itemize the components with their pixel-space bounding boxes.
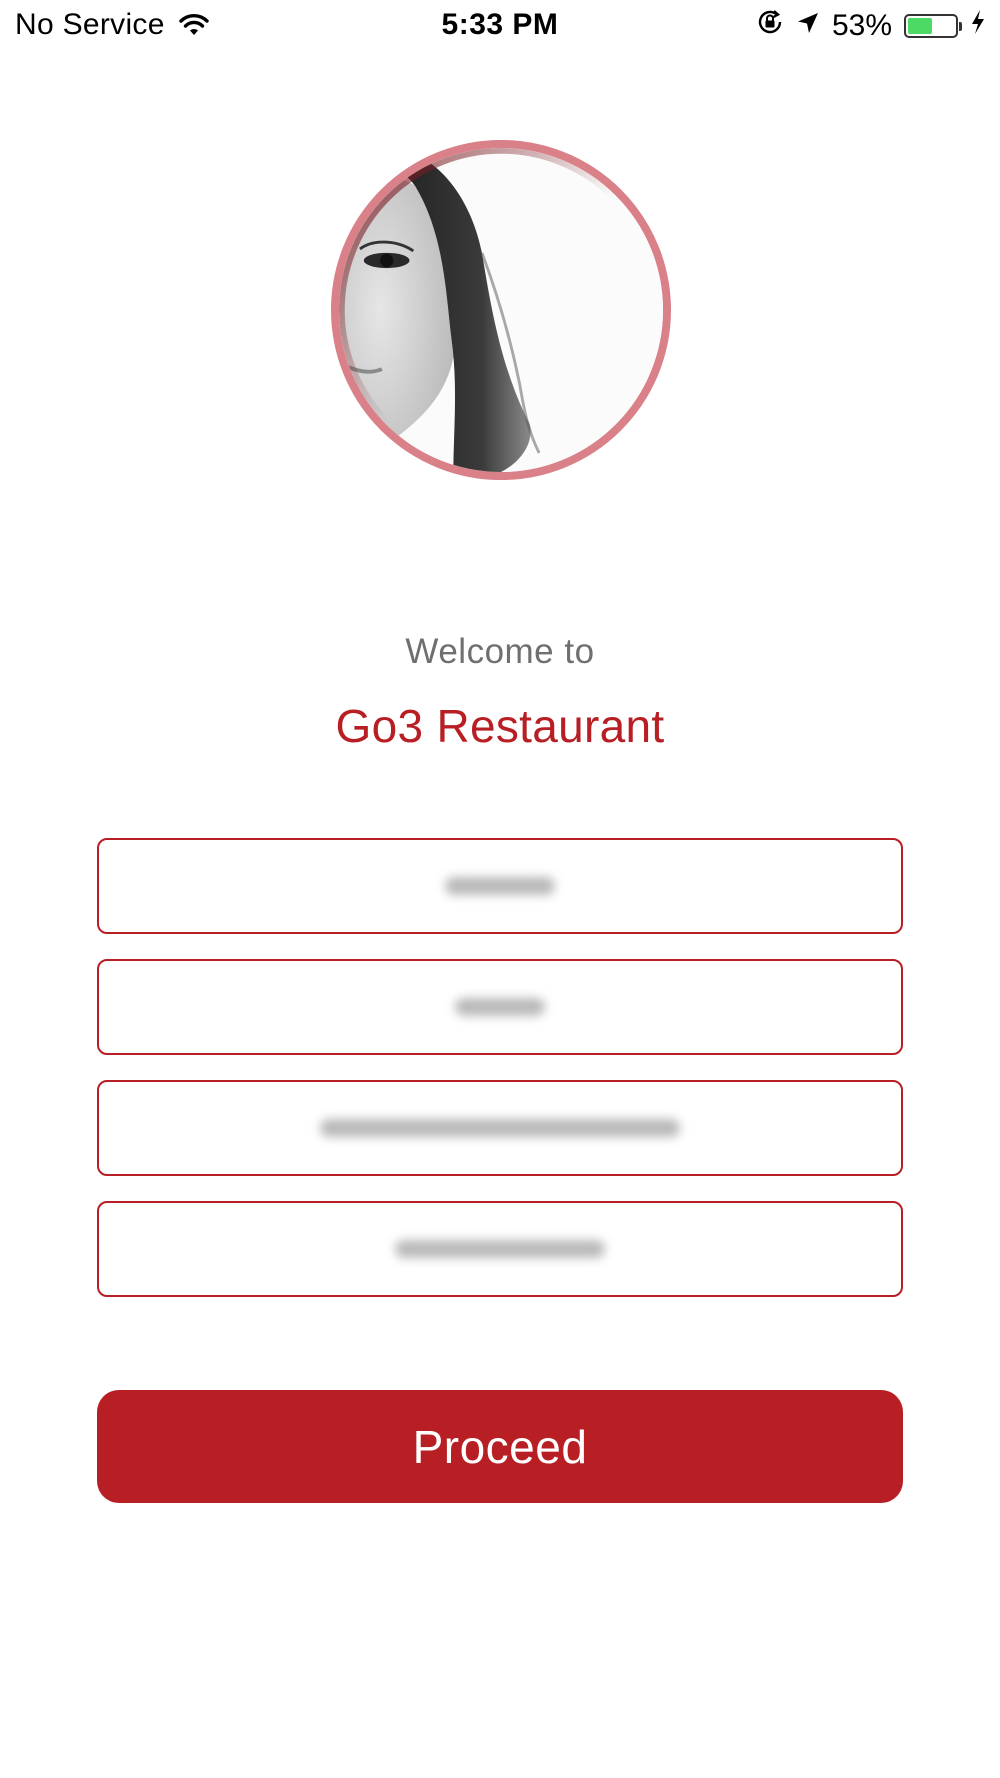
restaurant-name: Go3 Restaurant <box>335 700 665 752</box>
form-field-4[interactable] <box>97 1201 905 1297</box>
battery-icon <box>904 14 962 38</box>
form-field-3-input[interactable] <box>99 1082 905 1176</box>
status-bar: No Service 5:33 PM 53% <box>0 0 1000 52</box>
location-arrow-icon <box>796 9 820 43</box>
form-field-4-input[interactable] <box>99 1203 905 1297</box>
form-field-2-input[interactable] <box>99 961 905 1055</box>
form-field-1-input[interactable] <box>99 840 905 934</box>
battery-percent: 53% <box>831 9 892 42</box>
form-field-2[interactable] <box>97 959 905 1055</box>
form-field-1[interactable] <box>97 838 905 934</box>
battery-level <box>908 18 933 34</box>
charging-bolt-icon <box>970 9 986 43</box>
proceed-button[interactable]: Proceed <box>97 1390 903 1503</box>
form-field-3[interactable] <box>97 1080 905 1176</box>
profile-photo-icon <box>339 148 663 472</box>
orientation-lock-icon <box>756 8 784 44</box>
profile-avatar <box>331 140 671 480</box>
status-right: 53% <box>744 8 986 44</box>
welcome-text: Welcome to <box>405 632 595 671</box>
